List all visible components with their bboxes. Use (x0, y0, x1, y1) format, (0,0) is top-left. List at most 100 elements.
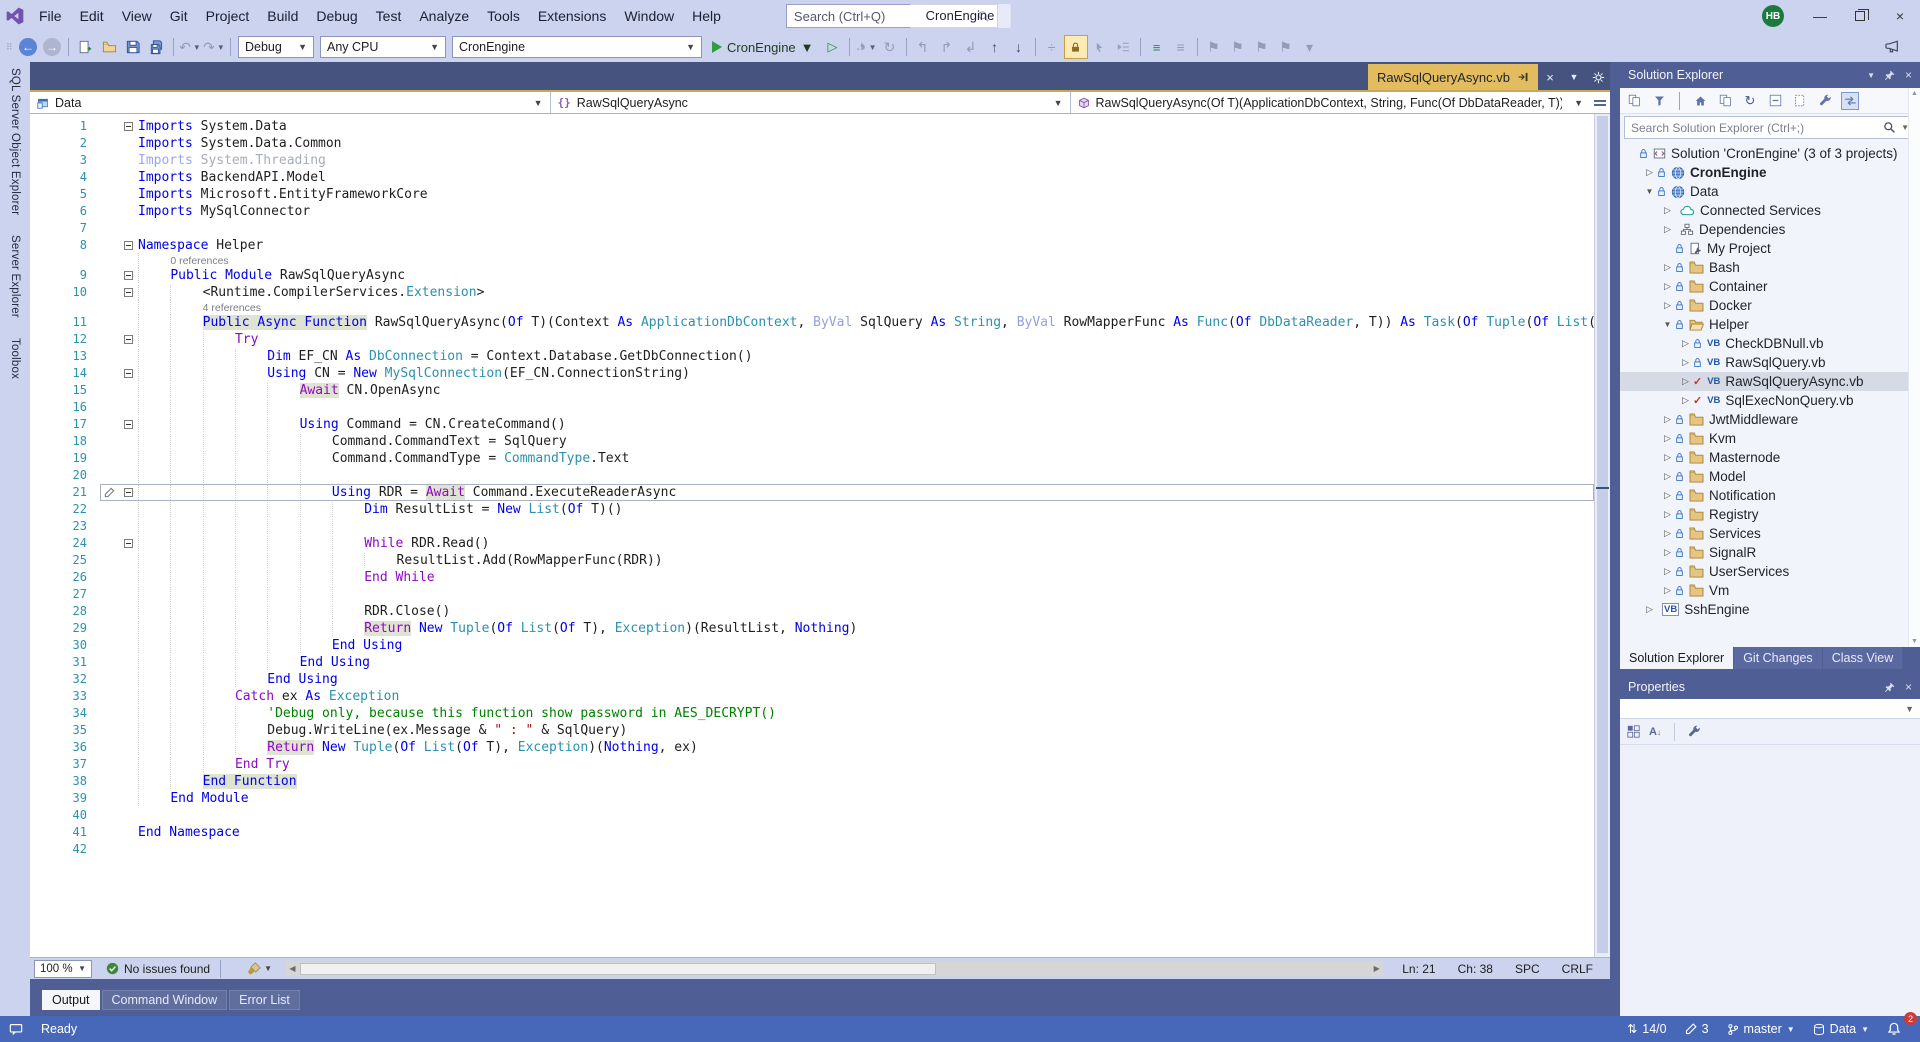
collapsed-chevron-icon[interactable]: ▷ (1660, 585, 1675, 596)
next-bookmark-icon[interactable]: ⚑ (1250, 35, 1274, 59)
collapsed-chevron-icon[interactable]: ▷ (1660, 547, 1675, 558)
home-icon[interactable] (1691, 92, 1709, 110)
properties-icon[interactable] (1816, 92, 1834, 110)
categorized-icon[interactable] (1627, 725, 1640, 738)
collapsed-chevron-icon[interactable]: ▷ (1678, 357, 1693, 368)
column-indicator[interactable]: Ch: 38 (1447, 962, 1504, 976)
undo-icon[interactable]: ↶ ▼ (178, 35, 202, 59)
start-debugging-button[interactable]: CronEngine ▼ (705, 35, 821, 59)
clear-bookmarks-icon[interactable]: ⚑ (1274, 35, 1298, 59)
properties-object-dropdown[interactable]: ▼ (1620, 699, 1920, 719)
health-indicator[interactable]: No issues found (106, 962, 210, 976)
navigate-up-icon[interactable]: ↑ (983, 35, 1007, 59)
collapsed-chevron-icon[interactable]: ▷ (1642, 604, 1657, 615)
scroll-left-icon[interactable]: ◀ (286, 962, 299, 976)
space-mode-indicator[interactable]: SPC (1504, 962, 1551, 976)
side-tab-sql-server-object-explorer[interactable]: SQL Server Object Explorer (9, 68, 21, 215)
fold-collapse-box[interactable] (123, 271, 133, 280)
save-all-icon[interactable] (145, 35, 169, 59)
collapsed-chevron-icon[interactable]: ▷ (1660, 205, 1675, 216)
pin-icon[interactable] (1884, 70, 1895, 80)
pending-documents-icon[interactable] (1716, 92, 1734, 110)
codelens-row[interactable]: 4 references (30, 300, 1594, 315)
document-options-icon[interactable] (1586, 64, 1610, 90)
send-feedback-icon[interactable] (1880, 35, 1904, 59)
solution-explorer-titlebar[interactable]: Solution Explorer ▼ × (1620, 62, 1920, 88)
active-files-dropdown-icon[interactable]: ▼ (1562, 64, 1586, 90)
expanded-chevron-icon[interactable]: ▼ (1642, 187, 1657, 196)
nav-back-icon[interactable]: ← (16, 35, 40, 59)
document-tab[interactable]: RawSqlQueryAsync.vb (1368, 64, 1538, 90)
menu-project[interactable]: Project (197, 0, 259, 32)
menu-debug[interactable]: Debug (307, 0, 366, 32)
right-tab-git-changes[interactable]: Git Changes (1734, 647, 1822, 669)
codelens-references[interactable]: 0 references (170, 255, 228, 267)
split-editor-handle[interactable] (1590, 92, 1610, 113)
tree-item-kvm[interactable]: ▷ Kvm (1620, 429, 1920, 448)
fold-collapse-box[interactable] (123, 122, 133, 131)
fold-collapse-box[interactable] (123, 539, 133, 548)
prev-bookmark-icon[interactable]: ⚑ (1226, 35, 1250, 59)
step-back-icon[interactable]: ↰ (911, 35, 935, 59)
tree-item-solution-cronengine-3-of-3-projects[interactable]: Solution 'CronEngine' (3 of 3 projects) (1620, 144, 1920, 163)
toolbar-drag-handle[interactable]: ⠿ (6, 37, 16, 57)
toolbar-overflow-icon[interactable]: ▾ (1298, 35, 1322, 59)
right-tab-class-view[interactable]: Class View (1822, 647, 1903, 669)
collapsed-chevron-icon[interactable]: ▷ (1660, 566, 1675, 577)
editor-vertical-scrollbar[interactable] (1594, 114, 1610, 957)
code-cleanup-button[interactable]: ▼ (247, 961, 272, 976)
collapsed-chevron-icon[interactable]: ▷ (1642, 167, 1657, 178)
tree-item-vm[interactable]: ▷ Vm (1620, 581, 1920, 600)
collapsed-chevron-icon[interactable]: ▷ (1678, 376, 1693, 387)
collapsed-chevron-icon[interactable]: ▷ (1660, 224, 1675, 235)
collapsed-chevron-icon[interactable]: ▷ (1660, 300, 1675, 311)
fold-collapse-box[interactable] (123, 335, 133, 344)
menu-window[interactable]: Window (615, 0, 683, 32)
menu-edit[interactable]: Edit (71, 0, 113, 32)
scroll-right-icon[interactable]: ▶ (1370, 962, 1383, 976)
tree-item-signalr[interactable]: ▷ SignalR (1620, 543, 1920, 562)
menu-file[interactable]: File (30, 0, 71, 32)
menu-view[interactable]: View (113, 0, 161, 32)
solution-explorer-scrollbar[interactable]: ▲ ▼ (1908, 88, 1920, 647)
filter-pending-changes-icon[interactable] (1650, 92, 1668, 110)
properties-titlebar[interactable]: Properties × (1620, 675, 1920, 699)
preemptive-lock-icon[interactable] (1063, 35, 1088, 59)
restore-button[interactable] (1840, 0, 1880, 32)
scrollbar-thumb[interactable] (1597, 116, 1608, 953)
tree-item-rawsqlqueryasync-vb[interactable]: ▷ ✓ VB RawSqlQueryAsync.vb (1620, 372, 1920, 391)
menu-analyze[interactable]: Analyze (410, 0, 478, 32)
hot-reload-icon[interactable]: ▼ (854, 35, 878, 59)
keep-tab-open-icon[interactable] (1517, 71, 1529, 83)
tree-item-cronengine[interactable]: ▷ CronEngine (1620, 163, 1920, 182)
tree-item-sqlexecnonquery-vb[interactable]: ▷ ✓ VB SqlExecNonQuery.vb (1620, 391, 1920, 410)
project-dropdown[interactable]: Data ▼ (30, 92, 551, 113)
sync-with-active-document-icon[interactable] (1841, 91, 1859, 110)
tree-item-data[interactable]: ▼ Data (1620, 182, 1920, 201)
tree-item-notification[interactable]: ▷ Notification (1620, 486, 1920, 505)
minimize-button[interactable]: — (1800, 0, 1840, 32)
close-icon[interactable]: × (1905, 68, 1912, 82)
tree-item-container[interactable]: ▷ Container (1620, 277, 1920, 296)
member-dropdown[interactable]: RawSqlQueryAsync(Of T)(ApplicationDbCont… (1071, 92, 1591, 113)
fold-collapse-box[interactable] (123, 241, 133, 250)
solution-platforms-combo[interactable]: Any CPU ▼ (320, 36, 446, 58)
editor-zoom-dropdown[interactable]: 100 % ▼ (34, 959, 92, 978)
selection-mode-icon[interactable] (1088, 35, 1112, 59)
tree-item-userservices[interactable]: ▷ UserServices (1620, 562, 1920, 581)
close-icon[interactable]: × (1905, 680, 1912, 694)
collapsed-chevron-icon[interactable]: ▷ (1660, 452, 1675, 463)
collapsed-chevron-icon[interactable]: ▷ (1678, 395, 1693, 406)
property-pages-icon[interactable] (1688, 725, 1701, 738)
alphabetical-icon[interactable]: A↓ (1649, 726, 1661, 738)
tree-item-masternode[interactable]: ▷ Masternode (1620, 448, 1920, 467)
redo-icon[interactable]: ↷ ▼ (202, 35, 226, 59)
fold-collapse-box[interactable] (123, 288, 133, 297)
collapsed-chevron-icon[interactable]: ▷ (1660, 490, 1675, 501)
collapsed-chevron-icon[interactable]: ▷ (1660, 528, 1675, 539)
start-without-debugging-icon[interactable]: ▷ (821, 35, 845, 59)
startup-projects-combo[interactable]: CronEngine ▼ (452, 36, 702, 58)
notifications-button[interactable]: 2 (1878, 1012, 1917, 1042)
refresh-icon[interactable]: ↻ (1741, 92, 1759, 110)
fold-collapse-box[interactable] (123, 420, 133, 429)
